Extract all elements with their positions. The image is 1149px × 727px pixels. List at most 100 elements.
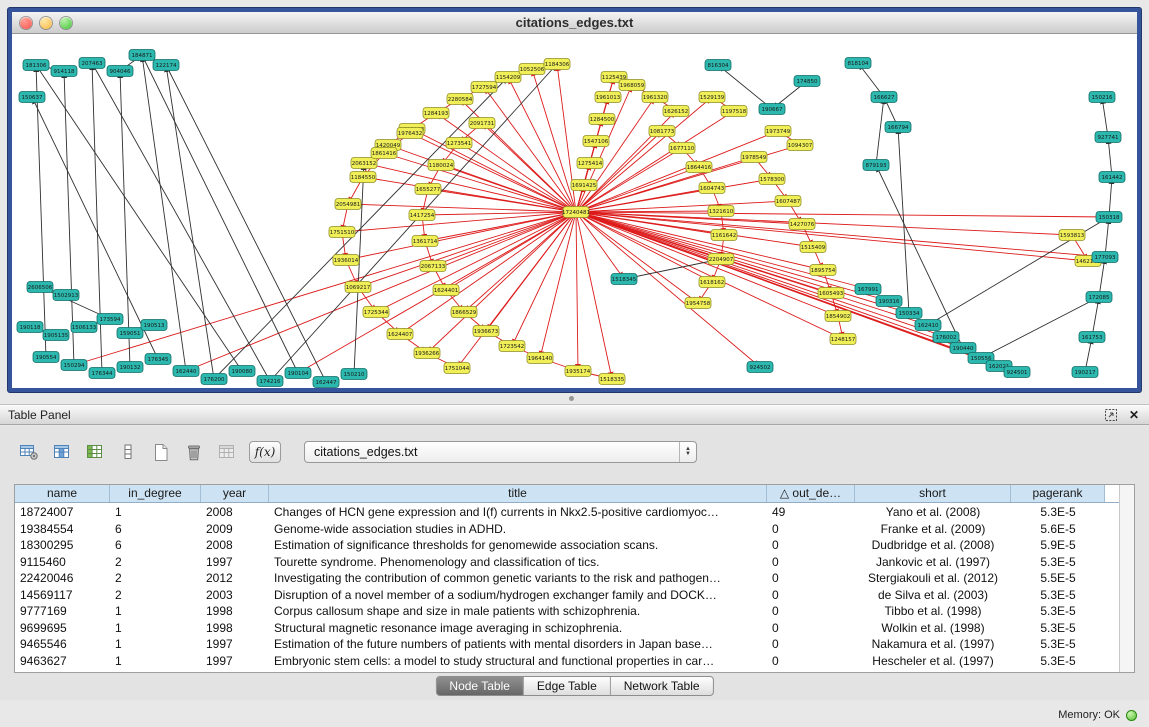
cell-title[interactable]: Tourette syndrome. Phenomenology and cla… — [269, 554, 767, 571]
graph-node[interactable]: 150294 — [61, 360, 87, 371]
cell-year[interactable]: 2012 — [201, 570, 269, 587]
cell-short[interactable]: Jankovic et al. (1997) — [855, 554, 1011, 571]
graph-node[interactable]: 172085 — [1086, 292, 1112, 303]
graph-node[interactable]: 1069217 — [345, 282, 371, 293]
graph-node[interactable]: 1973749 — [765, 126, 791, 137]
graph-node[interactable]: 2606506 — [27, 282, 53, 293]
graph-node[interactable]: 1866529 — [451, 307, 477, 318]
graph-node[interactable]: 1895754 — [810, 265, 836, 276]
column-header-name[interactable]: name — [15, 485, 110, 502]
cell-year[interactable]: 1997 — [201, 554, 269, 571]
graph-node[interactable]: 1961320 — [642, 92, 668, 103]
graph-node[interactable]: 190554 — [33, 352, 59, 363]
graph-node[interactable]: 162447 — [313, 377, 339, 388]
column-header-pagerank[interactable]: pagerank — [1011, 485, 1105, 502]
graph-node[interactable]: 166627 — [871, 92, 897, 103]
graph-node[interactable]: 879193 — [863, 160, 889, 171]
graph-node[interactable]: 1936014 — [333, 255, 359, 266]
graph-node[interactable]: 1604743 — [699, 183, 725, 194]
graph-node[interactable]: 1197518 — [721, 106, 747, 117]
cell-title[interactable]: Disruption of a novel member of a sodium… — [269, 587, 767, 604]
graph-node[interactable]: 924501 — [1004, 367, 1030, 378]
table-row[interactable]: 946362711997Embryonic stem cells: a mode… — [15, 653, 1119, 670]
cell-in_degree[interactable]: 2 — [110, 587, 201, 604]
cell-short[interactable]: Wolkin et al. (1998) — [855, 620, 1011, 637]
graph-node[interactable]: 2054981 — [335, 199, 361, 210]
graph-node[interactable]: 1935174 — [565, 366, 591, 377]
graph-node[interactable]: 1515409 — [800, 242, 826, 253]
graph-node[interactable]: 167991 — [855, 284, 881, 295]
tab-network-table[interactable]: Network Table — [611, 677, 713, 695]
graph-node[interactable]: 1954758 — [685, 298, 711, 309]
graph-node[interactable]: 1968059 — [619, 80, 645, 91]
graph-node[interactable]: 176345 — [145, 354, 171, 365]
delete-table-button[interactable] — [181, 440, 207, 464]
cell-year[interactable]: 2009 — [201, 521, 269, 538]
network-window-titlebar[interactable]: citations_edges.txt — [12, 12, 1137, 34]
graph-node[interactable]: 190132 — [117, 362, 143, 373]
cell-pagerank[interactable]: 5.3E-5 — [1011, 636, 1105, 653]
graph-node[interactable]: 174850 — [794, 76, 820, 87]
graph-node[interactable]: 1284193 — [423, 108, 449, 119]
cell-pagerank[interactable]: 5.9E-5 — [1011, 537, 1105, 554]
graph-node[interactable]: 1184306 — [544, 59, 570, 70]
cell-year[interactable]: 1997 — [201, 636, 269, 653]
cell-out_degree[interactable]: 0 — [767, 636, 855, 653]
cell-in_degree[interactable]: 6 — [110, 537, 201, 554]
graph-node[interactable]: 184871 — [129, 50, 155, 61]
new-table-button[interactable] — [148, 440, 174, 464]
graph-node[interactable]: 207463 — [79, 58, 105, 69]
cell-year[interactable]: 2003 — [201, 587, 269, 604]
graph-node[interactable]: 1506133 — [71, 322, 97, 333]
graph-node[interactable]: 176344 — [89, 368, 115, 379]
cell-in_degree[interactable]: 1 — [110, 653, 201, 670]
graph-node[interactable]: 1751044 — [444, 363, 470, 374]
table-row[interactable]: 969969511998Structural magnetic resonanc… — [15, 620, 1119, 637]
graph-node[interactable]: 1854902 — [825, 311, 851, 322]
cell-name[interactable]: 9699695 — [15, 620, 110, 637]
graph-node[interactable]: 176002 — [933, 332, 959, 343]
graph-node[interactable]: 1624401 — [433, 285, 459, 296]
graph-node[interactable]: 190080 — [229, 366, 255, 377]
graph-node[interactable]: 159051 — [117, 328, 143, 339]
graph-node[interactable]: 1677110 — [669, 143, 695, 154]
cell-name[interactable]: 9463627 — [15, 653, 110, 670]
graph-node[interactable]: 150334 — [896, 308, 922, 319]
float-panel-icon[interactable] — [1104, 408, 1118, 422]
cell-in_degree[interactable]: 1 — [110, 603, 201, 620]
graph-node[interactable]: 1978549 — [741, 152, 767, 163]
graph-node[interactable]: 177093 — [1092, 252, 1118, 263]
cell-year[interactable]: 1997 — [201, 653, 269, 670]
cell-name[interactable]: 9777169 — [15, 603, 110, 620]
cell-year[interactable]: 2008 — [201, 537, 269, 554]
graph-node[interactable]: 162410 — [915, 320, 941, 331]
graph-node[interactable]: 816304 — [705, 60, 731, 71]
column-header-title[interactable]: title — [269, 485, 767, 502]
graph-node[interactable]: 174216 — [257, 376, 283, 387]
cell-in_degree[interactable]: 1 — [110, 504, 201, 521]
graph-node[interactable]: 1321610 — [708, 206, 734, 217]
cell-in_degree[interactable]: 1 — [110, 636, 201, 653]
cell-out_degree[interactable]: 0 — [767, 537, 855, 554]
table-row[interactable]: 1872400712008Changes of HCN gene express… — [15, 504, 1119, 521]
table-row[interactable]: 977716911998Corpus callosum shape and si… — [15, 603, 1119, 620]
graph-node[interactable]: 190513 — [141, 320, 167, 331]
graph-node[interactable]: 1618162 — [699, 277, 725, 288]
cell-pagerank[interactable]: 5.3E-5 — [1011, 653, 1105, 670]
import-table-button[interactable] — [214, 440, 240, 464]
cell-title[interactable]: Genome-wide association studies in ADHD. — [269, 521, 767, 538]
graph-node[interactable]: 1751510 — [329, 227, 355, 238]
graph-node[interactable]: 162440 — [173, 366, 199, 377]
cell-title[interactable]: Investigating the contribution of common… — [269, 570, 767, 587]
graph-node[interactable]: 150318 — [1096, 212, 1122, 223]
graph-node[interactable]: 190667 — [759, 104, 785, 115]
table-row[interactable]: 1456911722003Disruption of a novel membe… — [15, 587, 1119, 604]
graph-node[interactable]: 2067133 — [420, 261, 446, 272]
cell-title[interactable]: Corpus callosum shape and size in male p… — [269, 603, 767, 620]
cell-short[interactable]: Stergiakouli et al. (2012) — [855, 570, 1011, 587]
graph-node[interactable]: 190118 — [17, 322, 43, 333]
graph-node[interactable]: 166794 — [885, 122, 911, 133]
tab-node-table[interactable]: Node Table — [436, 677, 524, 695]
graph-node[interactable]: 150637 — [19, 92, 45, 103]
network-view-window[interactable]: citations_edges.txt 17240481169142512754… — [8, 8, 1141, 392]
